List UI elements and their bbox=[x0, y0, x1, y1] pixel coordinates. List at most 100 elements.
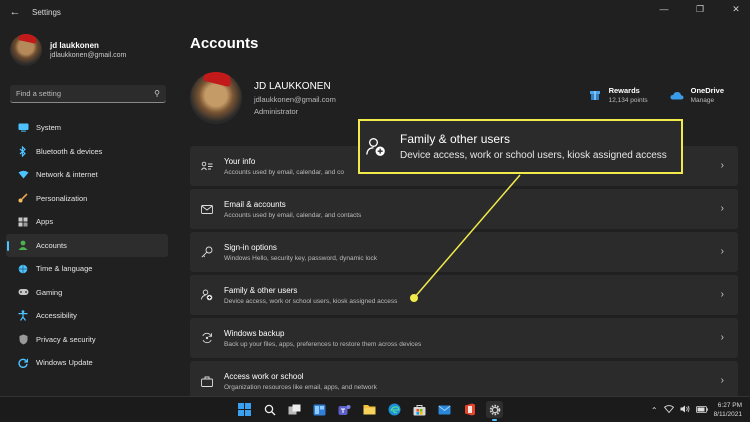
mail-icon[interactable] bbox=[436, 401, 453, 418]
close-icon[interactable]: ✕ bbox=[730, 4, 742, 15]
sidebar-item-label: Accessibility bbox=[36, 311, 77, 321]
window-title: Settings bbox=[32, 7, 61, 17]
onedrive-title: OneDrive bbox=[690, 86, 724, 95]
account-badges: Rewards 12,134 points OneDrive Manage bbox=[588, 86, 724, 104]
cloud-icon bbox=[670, 88, 684, 102]
sidebar-item-label: Accounts bbox=[36, 240, 67, 250]
sidebar-nav: System Bluetooth & devices Network & int… bbox=[6, 116, 168, 375]
sidebar-item-system[interactable]: System bbox=[6, 116, 168, 140]
sidebar-item-privacy-security[interactable]: Privacy & security bbox=[6, 328, 168, 352]
accessibility-icon bbox=[17, 310, 29, 322]
chevron-right-icon: › bbox=[720, 332, 724, 343]
sidebar-item-time-language[interactable]: Time & language bbox=[6, 257, 168, 281]
sidebar-item-label: Personalization bbox=[36, 193, 88, 203]
row-title: Sign-in options bbox=[224, 242, 277, 252]
onedrive-badge[interactable]: OneDrive Manage bbox=[670, 86, 724, 104]
search-input[interactable] bbox=[16, 89, 155, 98]
wifi-icon[interactable] bbox=[663, 405, 674, 415]
row-description: Accounts used by email, calendar, and co… bbox=[224, 211, 362, 219]
avatar bbox=[190, 72, 242, 124]
maximize-icon[interactable]: ❐ bbox=[694, 4, 706, 15]
backup-icon bbox=[200, 331, 214, 345]
profile-email: jdlaukkonen@gmail.com bbox=[50, 52, 127, 59]
task-view-icon[interactable] bbox=[286, 401, 303, 418]
title-bar: ← Settings — ❐ ✕ bbox=[0, 0, 750, 24]
setting-row-email-accounts[interactable]: Email & accounts Accounts used by email,… bbox=[190, 189, 738, 229]
window-controls: — ❐ ✕ bbox=[658, 4, 742, 15]
sidebar-item-label: Windows Update bbox=[36, 358, 93, 368]
system-tray: ⌃ 6:27 PM 8/11/2021 bbox=[651, 401, 742, 419]
row-description: Organization resources like email, apps,… bbox=[224, 383, 377, 391]
callout-title: Family & other users bbox=[400, 132, 511, 146]
setting-row-windows-backup[interactable]: Windows backup Back up your files, apps,… bbox=[190, 318, 738, 358]
row-title: Family & other users bbox=[224, 285, 298, 295]
windows-start-icon[interactable] bbox=[236, 401, 253, 418]
sidebar-item-bluetooth[interactable]: Bluetooth & devices bbox=[6, 140, 168, 164]
chevron-right-icon: › bbox=[720, 375, 724, 386]
clock[interactable]: 6:27 PM 8/11/2021 bbox=[714, 401, 742, 419]
shield-icon bbox=[17, 333, 29, 345]
search-icon[interactable]: ⚲ bbox=[154, 89, 160, 98]
sidebar-item-label: Privacy & security bbox=[36, 334, 96, 344]
account-summary: JD LAUKKONEN jdlaukkonen@gmail.com Admin… bbox=[190, 72, 336, 124]
sidebar-item-windows-update[interactable]: Windows Update bbox=[6, 351, 168, 375]
rewards-badge[interactable]: Rewards 12,134 points bbox=[588, 86, 648, 104]
account-name: JD LAUKKONEN bbox=[254, 80, 331, 92]
taskbar: ⌃ 6:27 PM 8/11/2021 bbox=[0, 396, 750, 422]
sidebar-profile[interactable]: jd laukkonen jdlaukkonen@gmail.com bbox=[10, 34, 126, 66]
file-explorer-icon[interactable] bbox=[361, 401, 378, 418]
gamepad-icon bbox=[17, 286, 29, 298]
setting-row-sign-in-options[interactable]: Sign-in options Windows Hello, security … bbox=[190, 232, 738, 272]
office-icon[interactable] bbox=[461, 401, 478, 418]
accounts-settings-list: Your info Accounts used by email, calend… bbox=[190, 146, 738, 404]
setting-row-family-other-users[interactable]: Family & other users Device access, work… bbox=[190, 275, 738, 315]
sidebar-item-label: System bbox=[36, 123, 62, 133]
minimize-icon[interactable]: — bbox=[658, 4, 670, 15]
rewards-points: 12,134 points bbox=[608, 97, 648, 104]
chevron-right-icon: › bbox=[720, 203, 724, 214]
bluetooth-icon bbox=[17, 145, 29, 157]
sidebar-item-apps[interactable]: Apps bbox=[6, 210, 168, 234]
row-title: Access work or school bbox=[224, 371, 304, 381]
row-description: Device access, work or school users, kio… bbox=[224, 297, 398, 305]
wifi-icon bbox=[17, 169, 29, 181]
widgets-icon[interactable] bbox=[311, 401, 328, 418]
row-description: Windows Hello, security key, password, d… bbox=[224, 254, 378, 262]
row-description: Back up your files, apps, preferences to… bbox=[224, 340, 422, 348]
chevron-right-icon: › bbox=[720, 289, 724, 300]
chevron-right-icon: › bbox=[720, 160, 724, 171]
key-icon bbox=[200, 245, 214, 259]
briefcase-icon bbox=[200, 374, 214, 388]
teams-icon[interactable] bbox=[336, 401, 353, 418]
chevron-up-icon[interactable]: ⌃ bbox=[651, 406, 658, 415]
sidebar-item-accounts[interactable]: Accounts bbox=[6, 233, 168, 257]
highlight-callout: Family & other users Device access, work… bbox=[358, 119, 683, 174]
sidebar-item-personalization[interactable]: Personalization bbox=[6, 187, 168, 211]
email-icon bbox=[200, 202, 214, 216]
profile-name: jd laukkonen bbox=[50, 41, 99, 50]
update-icon bbox=[17, 357, 29, 369]
settings-icon[interactable] bbox=[486, 401, 503, 421]
page-title: Accounts bbox=[190, 35, 259, 52]
family-icon bbox=[200, 288, 214, 302]
volume-icon[interactable] bbox=[680, 405, 690, 415]
onedrive-manage: Manage bbox=[690, 97, 715, 104]
back-arrow-icon[interactable]: ← bbox=[4, 6, 26, 18]
sidebar-item-accessibility[interactable]: Accessibility bbox=[6, 304, 168, 328]
setting-row-access-work-school[interactable]: Access work or school Organization resou… bbox=[190, 361, 738, 401]
system-icon bbox=[17, 122, 29, 134]
sidebar-item-label: Bluetooth & devices bbox=[36, 146, 103, 156]
search-icon[interactable] bbox=[261, 401, 278, 418]
row-title: Your info bbox=[224, 156, 256, 166]
store-icon[interactable] bbox=[411, 401, 428, 418]
avatar bbox=[10, 34, 42, 66]
sidebar-item-label: Network & internet bbox=[36, 170, 98, 180]
sidebar-item-network[interactable]: Network & internet bbox=[6, 163, 168, 187]
sidebar-item-gaming[interactable]: Gaming bbox=[6, 281, 168, 305]
battery-icon[interactable] bbox=[695, 405, 708, 415]
edge-icon[interactable] bbox=[386, 401, 403, 418]
search-box[interactable]: ⚲ bbox=[10, 85, 166, 103]
apps-icon bbox=[17, 216, 29, 228]
account-role: Administrator bbox=[254, 106, 299, 116]
taskbar-apps bbox=[236, 401, 503, 421]
